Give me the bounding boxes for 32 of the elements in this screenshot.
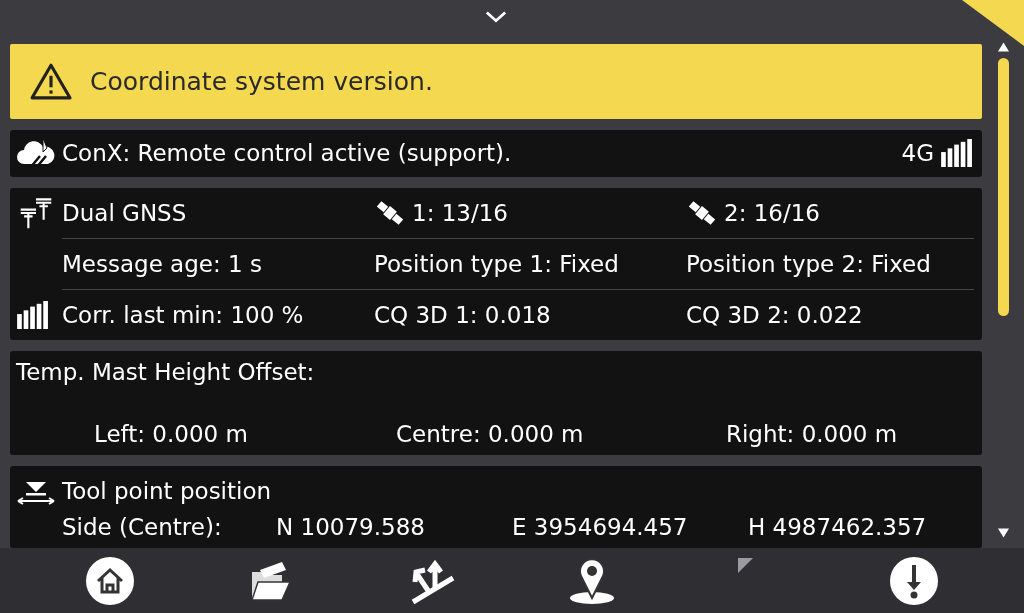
- section-title: Temp. Mast Height Offset:: [16, 358, 316, 385]
- position-value: N 10079.588: [276, 514, 426, 540]
- gnss-value: CQ 3D 1: 0.018: [374, 301, 551, 328]
- corner-marker-icon: [737, 557, 753, 573]
- position-value: E 3954694.457: [512, 514, 689, 540]
- scrollbar-thumb[interactable]: [997, 58, 1009, 316]
- home-icon[interactable]: [85, 555, 136, 606]
- position-value: H 4987462.357: [748, 514, 927, 540]
- offset-value: Right: 0.000 m: [726, 421, 898, 447]
- offset-value: Left: 0.000 m: [94, 421, 249, 447]
- status-text: ConX: Remote control active (support).: [62, 140, 513, 167]
- scroll-down-icon[interactable]: [997, 528, 1009, 538]
- gnss-value: Dual GNSS: [62, 199, 187, 226]
- network-label: 4G: [901, 140, 934, 167]
- signal-bars-icon: [940, 139, 974, 168]
- banner-text: Coordinate system version.: [90, 66, 433, 96]
- gnss-value: Position type 1: Fixed: [374, 250, 619, 277]
- gnss-value: Message age: 1 s: [62, 250, 262, 277]
- chevron-down-icon[interactable]: [485, 9, 507, 24]
- signal-bars-icon: [16, 300, 50, 329]
- position-value: Side (Centre):: [62, 514, 223, 540]
- gnss-value: CQ 3D 2: 0.022: [686, 301, 863, 328]
- corner-tab[interactable]: [962, 0, 1024, 46]
- section-title: Tool point position: [62, 478, 272, 504]
- offset-value: Centre: 0.000 m: [396, 421, 585, 447]
- gnss-value: 2: 16/16: [724, 199, 820, 226]
- alert-icon[interactable]: [888, 555, 939, 606]
- warning-icon: [30, 62, 72, 101]
- scroll-up-icon[interactable]: [997, 42, 1009, 52]
- gnss-value: 1: 13/16: [412, 199, 508, 226]
- gnss-value: Corr. last min: 100 %: [62, 301, 304, 328]
- gnss-value: Position type 2: Fixed: [686, 250, 931, 277]
